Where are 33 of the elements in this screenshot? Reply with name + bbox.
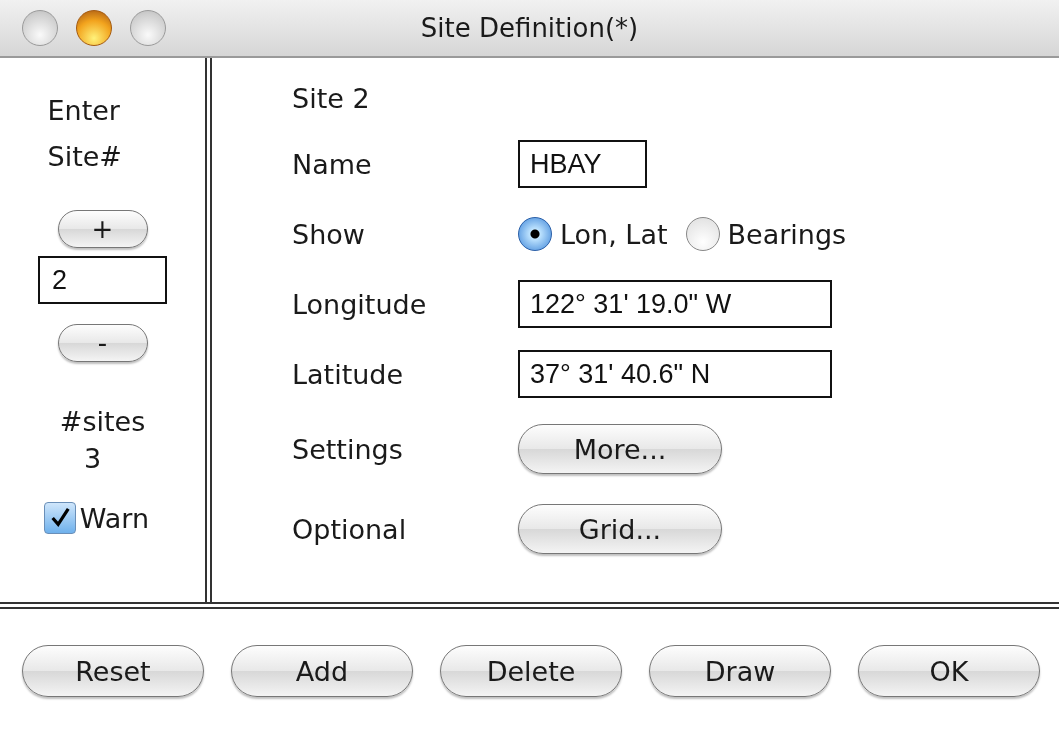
options-button[interactable]: More...: [518, 424, 722, 474]
site-count-label: #sites: [59, 406, 146, 437]
action-button[interactable]: OK: [858, 645, 1040, 697]
field-label: Settings: [292, 433, 404, 465]
options-button[interactable]: Grid...: [518, 504, 722, 554]
site-count: 3: [83, 443, 102, 474]
warn-checkbox[interactable]: [43, 502, 76, 534]
site-number-prompt: Enter Site#: [47, 94, 123, 174]
minimize-icon[interactable]: [76, 10, 112, 46]
decrement-button[interactable]: -: [57, 324, 148, 362]
warn-label: Warn: [79, 502, 150, 534]
field-label: Name: [292, 148, 373, 180]
text-field[interactable]: 122° 31' 19.0" W: [518, 280, 832, 328]
site-heading: Site 2: [292, 83, 371, 116]
action-button[interactable]: Delete: [440, 645, 622, 697]
close-icon[interactable]: [22, 10, 58, 46]
text-field[interactable]: HBAY: [518, 140, 647, 188]
action-button[interactable]: Reset: [22, 645, 204, 697]
increment-button[interactable]: +: [57, 210, 148, 248]
field-label: Longitude: [292, 288, 428, 320]
text-field[interactable]: 37° 31' 40.6" N: [518, 350, 832, 398]
action-button[interactable]: Draw: [649, 645, 831, 697]
site-number-field[interactable]: 2: [38, 256, 167, 304]
action-button[interactable]: Add: [231, 645, 413, 697]
radio-button[interactable]: [685, 217, 720, 251]
radio-label: Lon, Lat: [560, 218, 668, 250]
field-label: Optional: [292, 513, 408, 545]
radio-label: Bearings: [727, 218, 847, 250]
zoom-icon[interactable]: [130, 10, 166, 46]
field-label: Show: [292, 218, 366, 250]
window-title: Site Definition(*): [420, 13, 639, 43]
field-label: Latitude: [292, 358, 405, 390]
radio-button[interactable]: [518, 217, 552, 251]
